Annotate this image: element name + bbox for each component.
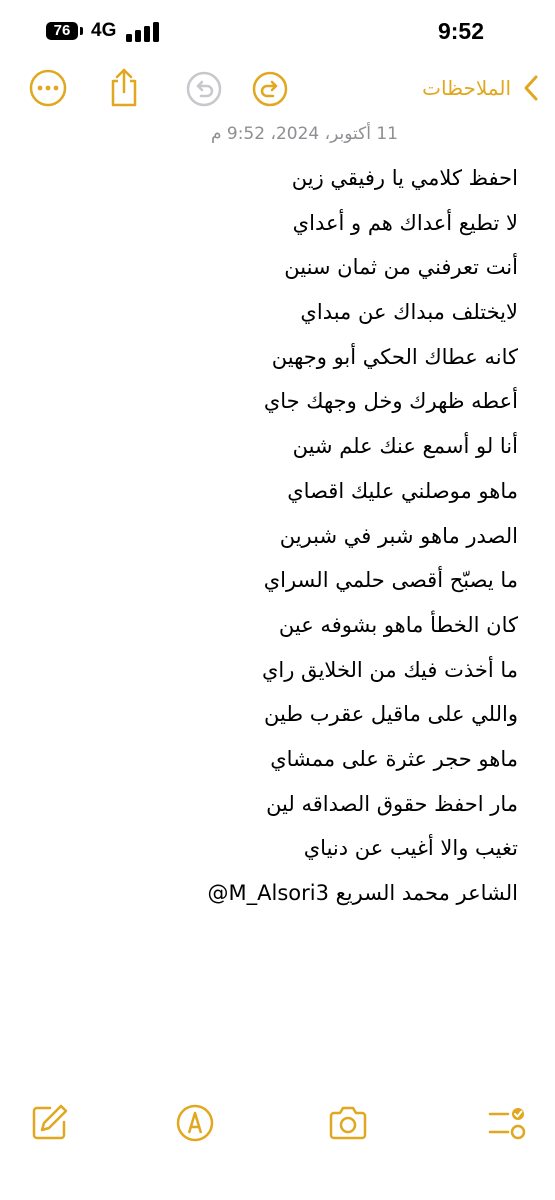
- status-bar: 76 4G 9:52: [0, 0, 555, 60]
- note-line: أنا لو أسمع عنك علم شين: [292, 434, 518, 459]
- note-line: احفظ كلامي يا رفيقي زين: [291, 166, 518, 190]
- note-line: ماهو موصلني عليك اقصاي: [287, 478, 518, 503]
- note-date: 11 أكتوبر، 2024، 9:52 م: [210, 124, 398, 144]
- battery-cap: [80, 27, 83, 35]
- back-button[interactable]: الملاحظات: [422, 68, 541, 108]
- note-line: كان الخطأ ماهو بشوفه عين: [278, 612, 518, 637]
- chevron-left-icon: [524, 75, 538, 101]
- battery-indicator: 76: [46, 22, 78, 40]
- note-line: مار احفظ حقوق الصداقه لين: [266, 791, 518, 816]
- new-note-button[interactable]: [26, 1100, 72, 1146]
- network-type: 4G: [91, 20, 117, 41]
- ellipsis-circle-icon: [29, 69, 67, 107]
- note-body[interactable]: احفظ كلامي يا رفيقي زين لا تطيع أعداك هم…: [38, 156, 519, 916]
- markup-pen-icon: [176, 1104, 214, 1142]
- camera-button[interactable]: [325, 1100, 371, 1146]
- note-line: واللي على ماقيل عقرب طين: [264, 702, 518, 727]
- checklist-icon: [488, 1108, 526, 1140]
- note-line: الصدر ماهو شبر في شبرين: [279, 523, 518, 548]
- note-line: أنت تعرفني من ثمان سنين: [284, 255, 518, 280]
- note-line: أعطه ظهرك وخل وجهك جاي: [263, 389, 518, 414]
- undo-icon: [186, 71, 222, 107]
- markup-button[interactable]: [172, 1100, 218, 1146]
- camera-icon: [329, 1106, 367, 1140]
- note-line: ما يصبّح أقصى حلمي السراي: [263, 568, 518, 593]
- note-line: لا تطيع أعداك هم و أعداي: [292, 210, 518, 235]
- note-line: الشاعر محمد السريع M_Alsori3@: [207, 881, 519, 905]
- share-icon: [111, 68, 137, 107]
- note-line: لايختلف مبداك عن مبداي: [300, 300, 518, 325]
- signal-strength-icon: [126, 22, 160, 42]
- note-line: كانه عطاك الحكي أبو وجهين: [271, 344, 518, 369]
- checklist-button[interactable]: [484, 1100, 530, 1146]
- redo-button[interactable]: [250, 69, 290, 109]
- back-label: الملاحظات: [422, 76, 511, 100]
- note-line: تغيب والا أغيب عن دنياي: [303, 836, 518, 861]
- share-button[interactable]: [104, 66, 144, 107]
- undo-button[interactable]: [184, 69, 224, 109]
- redo-icon: [252, 71, 288, 107]
- note-line: ماهو حجر عثرة على ممشاي: [270, 746, 518, 771]
- compose-icon: [32, 1104, 68, 1140]
- note-line: ما أخذت فيك من الخلايق راي: [261, 657, 518, 682]
- status-time: 9:52: [437, 18, 484, 44]
- more-button[interactable]: [28, 68, 68, 108]
